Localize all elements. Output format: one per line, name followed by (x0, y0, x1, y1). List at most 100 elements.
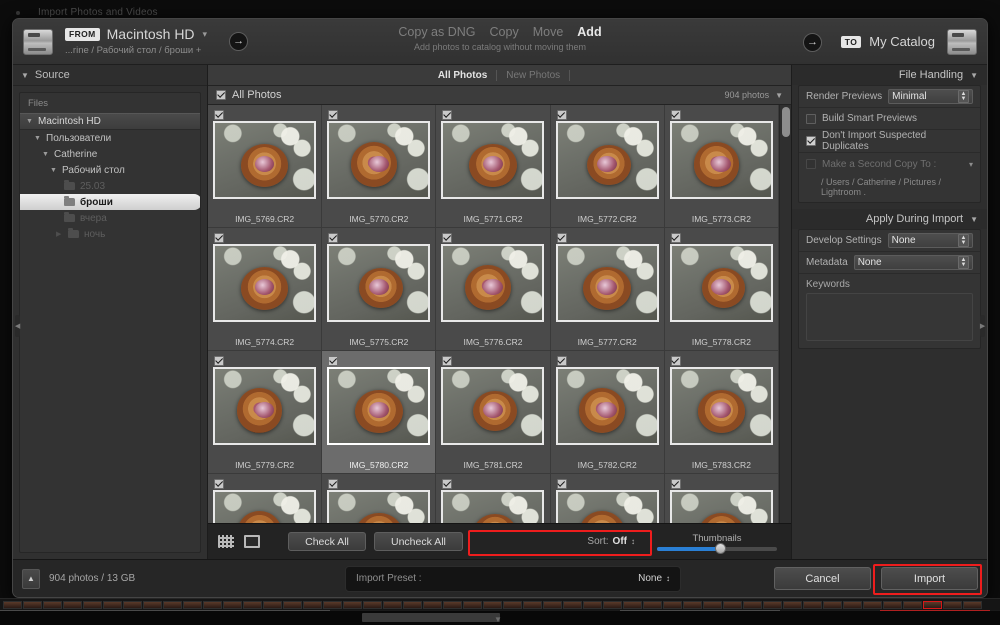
thumbnail-cell[interactable]: IMG_5770.CR2 (322, 105, 437, 228)
grid-vertical-scrollbar[interactable] (779, 105, 791, 523)
thumbnail-cell[interactable]: IMG_5773.CR2 (664, 105, 779, 228)
thumbnail-checkbox[interactable] (328, 356, 339, 366)
tab-new-photos[interactable]: New Photos (497, 69, 569, 82)
taskbar-item[interactable] (362, 613, 500, 622)
thumbnail-cell[interactable]: IMG_5782.CR2 (550, 351, 665, 474)
thumbnail-checkbox[interactable] (556, 479, 567, 489)
mode-copy[interactable]: Copy (490, 25, 519, 39)
thumbnail-cell[interactable] (664, 474, 779, 523)
thumbnail-cell[interactable]: IMG_5769.CR2 (208, 105, 323, 228)
mode-copy-as-dng[interactable]: Copy as DNG (398, 25, 475, 39)
thumbnail-cell[interactable] (208, 474, 323, 523)
tree-item-vchera[interactable]: вчера (20, 210, 200, 226)
uncheck-all-button[interactable]: Uncheck All (374, 532, 463, 551)
mode-add[interactable]: Add (577, 25, 601, 39)
thumbnail-checkbox[interactable] (670, 110, 681, 120)
check-all-button[interactable]: Check All (288, 532, 366, 551)
second-copy-chevron-icon[interactable]: ▾ (969, 160, 973, 169)
tree-item-catherine[interactable]: ▼ Catherine (20, 146, 200, 162)
thumbnail-cell[interactable]: IMG_5783.CR2 (664, 351, 779, 474)
thumbnail-size-control[interactable]: Thumbnails (657, 533, 777, 554)
tree-item-users[interactable]: ▼ Пользователи (20, 130, 200, 146)
file-handling-header[interactable]: File Handling ▼ (792, 65, 987, 85)
thumbnail-cell[interactable]: IMG_5779.CR2 (208, 351, 323, 474)
thumbnail-checkbox[interactable] (670, 479, 681, 489)
grid-scrollbar-thumb[interactable] (782, 107, 790, 137)
tree-item-macintosh-hd[interactable]: ▼ Macintosh HD (20, 113, 200, 130)
thumbnail-cell-selected[interactable]: IMG_5780.CR2 (322, 351, 437, 474)
import-preset-stepper-icon[interactable]: ↕ (666, 574, 670, 583)
source-panel-header[interactable]: ▼ Source (13, 65, 207, 86)
thumbnail-checkbox[interactable] (328, 479, 339, 489)
tree-item-2503[interactable]: 25.03 (20, 178, 200, 194)
tree-disclosure-icon[interactable]: ▶ (56, 230, 63, 238)
mode-move[interactable]: Move (533, 25, 564, 39)
dont-import-duplicates-checkbox[interactable] (806, 136, 816, 146)
to-catalog-block[interactable]: TO My Catalog (840, 28, 977, 55)
import-button[interactable]: Import (881, 567, 978, 590)
import-preset-bar[interactable]: Import Preset : None ↕ (345, 565, 681, 592)
build-smart-previews-row[interactable]: Build Smart Previews (799, 108, 980, 130)
thumbnail-cell[interactable]: IMG_5775.CR2 (322, 228, 437, 351)
sort-stepper-icon[interactable]: ↕ (631, 537, 635, 546)
thumbnail-cell[interactable]: IMG_5778.CR2 (664, 228, 779, 351)
from-chevron-icon[interactable]: ▾ (203, 29, 208, 40)
second-copy-checkbox[interactable] (806, 159, 816, 169)
thumbnail-checkbox[interactable] (670, 233, 681, 243)
import-preset-value-group[interactable]: None ↕ (638, 573, 670, 584)
thumbnail-checkbox[interactable] (328, 110, 339, 120)
slider-knob[interactable] (714, 542, 726, 554)
thumbnail-cell[interactable]: IMG_5777.CR2 (550, 228, 665, 351)
grid-header-chevron-icon[interactable]: ▼ (775, 91, 783, 100)
thumbnail-size-slider[interactable] (657, 542, 777, 554)
file-handling-disclosure-icon[interactable]: ▼ (970, 71, 978, 80)
stepper-icon[interactable]: ▲ ▼ (958, 256, 969, 269)
thumbnail-checkbox[interactable] (556, 110, 567, 120)
thumbnail-cell[interactable]: IMG_5771.CR2 (436, 105, 551, 228)
apply-during-import-disclosure-icon[interactable]: ▼ (970, 215, 978, 224)
cancel-button[interactable]: Cancel (774, 567, 871, 590)
thumbnail-cell[interactable] (550, 474, 665, 523)
from-source-name[interactable]: Macintosh HD (107, 26, 195, 44)
thumbnail-checkbox[interactable] (556, 356, 567, 366)
thumbnail-cell[interactable] (436, 474, 551, 523)
thumbnail-checkbox[interactable] (214, 356, 224, 366)
build-smart-previews-checkbox[interactable] (806, 113, 816, 124)
select-all-checkbox[interactable] (216, 90, 226, 100)
tree-item-broshi[interactable]: броши (20, 194, 200, 210)
second-copy-row[interactable]: Make a Second Copy To : ▾ (799, 153, 980, 175)
thumbnail-cell[interactable]: IMG_5774.CR2 (208, 228, 323, 351)
right-panel-grab-handle[interactable]: ▶ (980, 315, 985, 337)
tab-all-photos[interactable]: All Photos (429, 69, 496, 82)
left-panel-grab-handle[interactable]: ◀ (15, 315, 20, 337)
thumbnail-checkbox[interactable] (442, 356, 453, 366)
grid-view-icon[interactable] (218, 535, 234, 548)
stepper-icon[interactable]: ▲ ▼ (958, 90, 969, 103)
thumbnail-cell[interactable]: IMG_5776.CR2 (436, 228, 551, 351)
sort-control[interactable]: Sort: Off ↕ (587, 536, 635, 547)
apply-during-import-header[interactable]: Apply During Import ▼ (792, 209, 987, 229)
dont-import-duplicates-row[interactable]: Don't Import Suspected Duplicates (799, 130, 980, 153)
tree-disclosure-icon[interactable]: ▼ (42, 151, 49, 158)
thumbnail-checkbox[interactable] (328, 233, 339, 243)
thumbnail-checkbox[interactable] (214, 233, 224, 243)
thumbnail-checkbox[interactable] (214, 479, 224, 489)
thumbnail-checkbox[interactable] (442, 233, 453, 243)
metadata-select[interactable]: None ▲ ▼ (853, 255, 973, 270)
thumbnail-checkbox[interactable] (214, 110, 224, 120)
thumbnail-cell[interactable] (322, 474, 437, 523)
loupe-view-icon[interactable] (244, 535, 260, 548)
stepper-icon[interactable]: ▲ ▼ (958, 234, 969, 247)
thumbnail-cell[interactable]: IMG_5781.CR2 (436, 351, 551, 474)
tree-disclosure-icon[interactable]: ▼ (34, 135, 41, 142)
source-disclosure-icon[interactable]: ▼ (21, 71, 29, 80)
tree-item-noch[interactable]: ▶ ночь (20, 226, 200, 242)
thumbnail-checkbox[interactable] (442, 479, 453, 489)
render-previews-select[interactable]: Minimal ▲ ▼ (888, 89, 973, 104)
tree-disclosure-icon[interactable]: ▼ (50, 167, 57, 174)
collapse-panel-button[interactable]: ▲ (22, 568, 40, 589)
thumbnail-checkbox[interactable] (442, 110, 453, 120)
thumbnail-checkbox[interactable] (556, 233, 567, 243)
thumbnail-checkbox[interactable] (670, 356, 681, 366)
thumbnail-cell[interactable]: IMG_5772.CR2 (550, 105, 665, 228)
